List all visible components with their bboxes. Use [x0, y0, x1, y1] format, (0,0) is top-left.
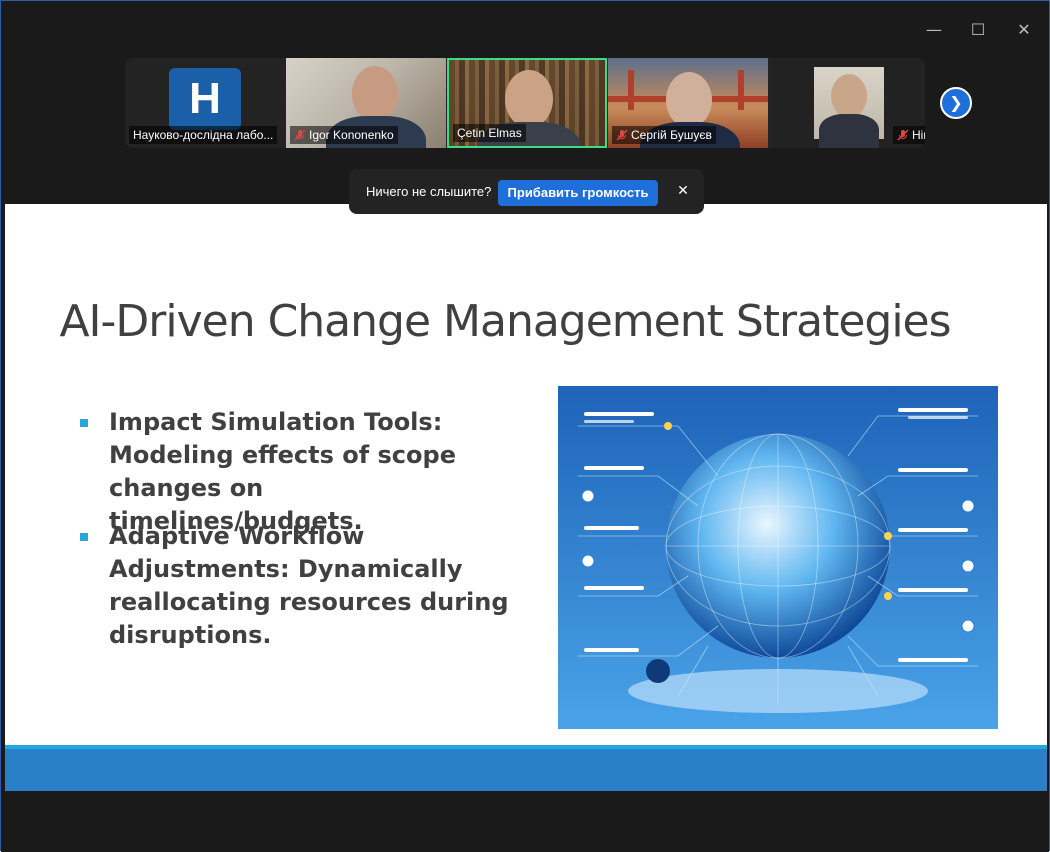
minimize-button[interactable]: — — [923, 19, 945, 41]
participant-tile[interactable]: Hiroshi TANAKA — [769, 58, 925, 148]
participant-video — [831, 74, 867, 118]
muted-mic-icon — [897, 129, 909, 141]
increase-volume-button[interactable]: Прибавить громкость — [498, 180, 658, 206]
participant-video — [666, 72, 712, 128]
bottom-toolbar-area — [1, 791, 1049, 852]
muted-mic-icon — [616, 129, 628, 141]
participant-tile-active-speaker[interactable]: Çetin Elmas — [447, 58, 607, 148]
participant-strip: H Науково-дослідна лабо... Igor Kononenk… — [125, 58, 925, 148]
shared-slide: AI-Driven Change Management Strategies I… — [5, 204, 1047, 791]
next-participants-button[interactable]: ❯ — [940, 87, 972, 119]
slide-title: AI-Driven Change Management Strategies — [59, 296, 951, 347]
audio-notice-banner: Ничего не слышите? Прибавить громкость ✕ — [349, 169, 704, 214]
participant-video — [352, 66, 398, 122]
slide-footer-bar — [5, 745, 1047, 791]
participant-tile[interactable]: Сергій Бушуєв — [608, 58, 768, 148]
participant-video — [505, 70, 553, 128]
bullet-marker — [80, 533, 88, 541]
close-notice-button[interactable]: ✕ — [673, 181, 693, 201]
chevron-right-icon: ❯ — [949, 93, 963, 112]
bridge-tower — [738, 70, 744, 110]
participant-name: Науково-дослідна лабо... — [129, 126, 278, 144]
participant-name: Igor Kononenko — [290, 126, 398, 144]
zoom-meeting-window: — ☐ ✕ H Науково-дослідна лабо... Igor Ko… — [0, 0, 1050, 852]
muted-mic-icon — [294, 129, 306, 141]
bridge-tower — [628, 70, 634, 110]
participant-tile[interactable]: H Науково-дослідна лабо... — [125, 58, 285, 148]
close-window-button[interactable]: ✕ — [1013, 19, 1035, 41]
participant-name: Çetin Elmas — [453, 124, 526, 142]
participant-name: Сергій Бушуєв — [612, 126, 716, 144]
title-bar: — ☐ ✕ — [1, 1, 1049, 56]
globe-infographic-image — [558, 386, 998, 729]
audio-notice-text: Ничего не слышите? — [366, 184, 492, 199]
participant-tile[interactable]: Igor Kononenko — [286, 58, 446, 148]
bullet-marker — [80, 419, 88, 427]
participant-name: Hiroshi TANAKA — [893, 126, 925, 144]
avatar: H — [169, 68, 241, 130]
maximize-button[interactable]: ☐ — [967, 19, 989, 41]
participant-video-body — [819, 114, 879, 148]
